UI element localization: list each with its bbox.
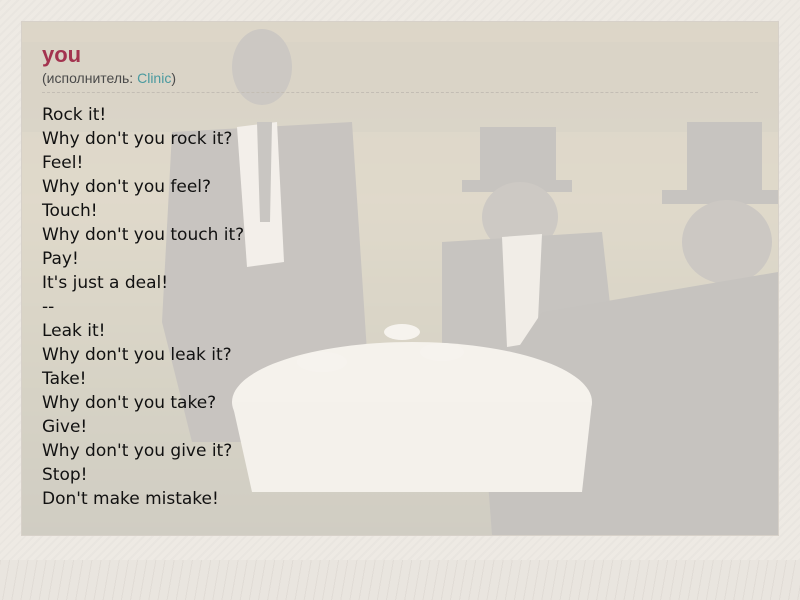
lyric-line: Take!: [42, 369, 87, 389]
lyric-line: It's just a deal!: [42, 273, 169, 293]
lyric-line: Give!: [42, 417, 88, 437]
lyric-line: Don't make mistake!: [42, 489, 219, 509]
lyrics-content: you (исполнитель: Clinic) Rock it! Why d…: [42, 42, 758, 511]
lyrics-card: you (исполнитель: Clinic) Rock it! Why d…: [21, 21, 779, 536]
lyric-line: Why don't you rock it?: [42, 129, 233, 149]
artist-prefix: (исполнитель:: [42, 70, 138, 86]
lyric-line: Why don't you touch it?: [42, 225, 245, 245]
lyric-line: Feel!: [42, 153, 84, 173]
lyric-line: Why don't you feel?: [42, 177, 212, 197]
lyric-line: Touch!: [42, 201, 98, 221]
song-title: you: [42, 42, 82, 67]
page-footer-texture: [0, 560, 800, 600]
lyric-line: Rock it!: [42, 105, 107, 125]
lyrics-block: Rock it! Why don't you rock it? Feel! Wh…: [42, 103, 758, 511]
lyric-line: Leak it!: [42, 321, 106, 341]
lyric-line: Pay!: [42, 249, 79, 269]
title-separator: [42, 92, 758, 93]
lyric-line: Stop!: [42, 465, 88, 485]
lyric-line: Why don't you give it?: [42, 441, 233, 461]
artist-line: (исполнитель: Clinic): [42, 69, 758, 87]
lyric-line: Why don't you take?: [42, 393, 217, 413]
lyric-separator: --: [42, 297, 55, 317]
artist-suffix: ): [171, 70, 176, 86]
artist-link[interactable]: Clinic: [137, 70, 171, 86]
lyric-line: Why don't you leak it?: [42, 345, 232, 365]
